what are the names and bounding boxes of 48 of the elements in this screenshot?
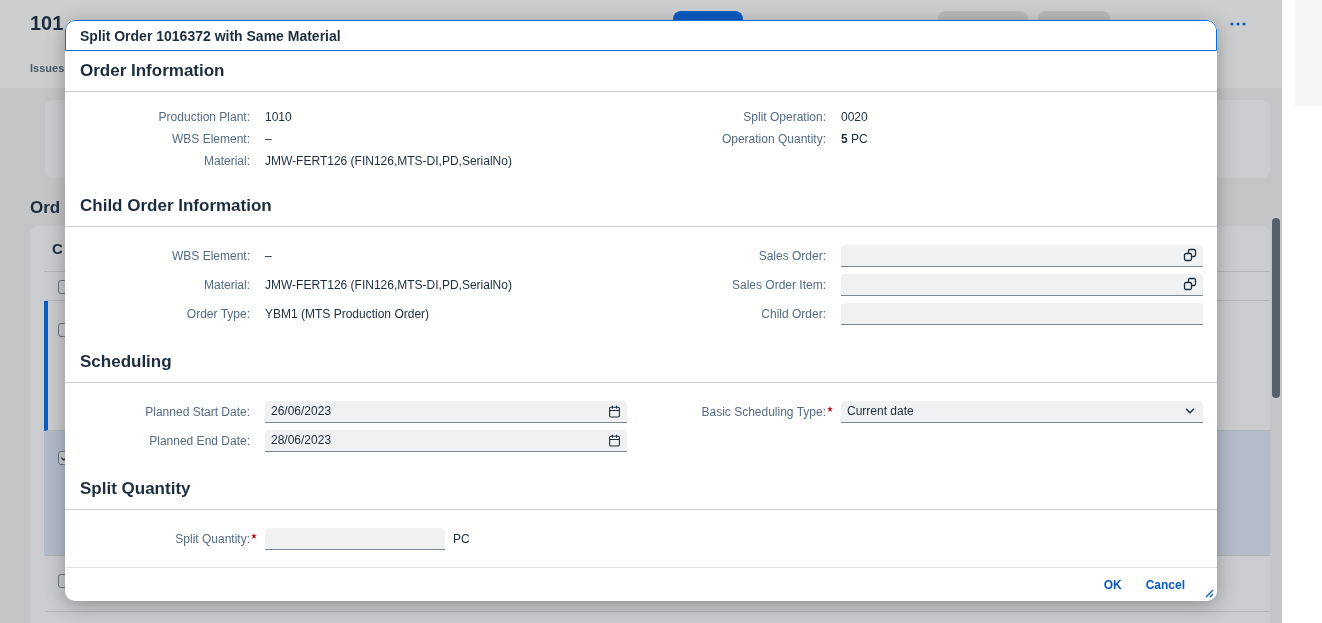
- scrollbar-thumb[interactable]: [1272, 218, 1280, 398]
- section-title: Child Order Information: [65, 186, 1217, 228]
- field-label: Split Quantity:: [175, 531, 250, 546]
- field-label: Sales Order:: [758, 248, 826, 263]
- calendar-icon[interactable]: [608, 404, 621, 418]
- value-help-icon[interactable]: [1183, 277, 1197, 292]
- field-label: WBS Element:: [171, 132, 250, 147]
- field-value: JMW-FERT126 (FIN126,MTS-DI,PD,SerialNo): [265, 154, 512, 169]
- field-label: Planned End Date:: [149, 433, 250, 448]
- field-value: –: [265, 132, 272, 147]
- section-title: Ord: [30, 198, 61, 218]
- field-value: YBM1 (MTS Production Order): [265, 306, 430, 321]
- unit-label: PC: [453, 531, 470, 546]
- field-label: WBS Element:: [171, 248, 250, 263]
- ok-button[interactable]: OK: [1095, 573, 1130, 596]
- field-value: 5 PC: [841, 132, 868, 147]
- section-title: Order Information: [65, 51, 1217, 93]
- input-field[interactable]: [841, 302, 1203, 325]
- more-icon[interactable]: [1230, 22, 1246, 26]
- date-field[interactable]: 26/06/2023: [265, 400, 627, 423]
- section-title: Split Quantity: [65, 469, 1217, 511]
- field-label: Basic Scheduling Type:: [701, 404, 826, 419]
- select-field[interactable]: Current date: [841, 400, 1203, 423]
- input-field[interactable]: [841, 244, 1203, 267]
- dialog-title: Split Order 1016372 with Same Material: [65, 20, 1217, 52]
- field-label: Material:: [204, 277, 250, 292]
- field-label: Operation Quantity:: [721, 132, 826, 147]
- field-value: JMW-FERT126 (FIN126,MTS-DI,PD,SerialNo): [265, 277, 512, 292]
- column-header: C: [52, 240, 63, 257]
- field-label: Order Type:: [186, 306, 250, 321]
- cancel-button[interactable]: Cancel: [1137, 573, 1193, 596]
- field-value: 0020: [841, 110, 868, 125]
- value-help-icon[interactable]: [1183, 248, 1197, 263]
- input-field[interactable]: [841, 273, 1203, 296]
- field-label: Sales Order Item:: [731, 277, 826, 292]
- field-label: Child Order:: [761, 306, 826, 321]
- section-title: Scheduling: [65, 342, 1217, 384]
- field-label: Production Plant:: [158, 110, 250, 125]
- field-label: Planned Start Date:: [145, 404, 250, 419]
- date-field[interactable]: 28/06/2023: [265, 429, 627, 452]
- field-label: Material:: [204, 154, 250, 169]
- resize-handle-icon[interactable]: [1204, 588, 1214, 598]
- field-label: Split Operation:: [743, 110, 826, 125]
- field-value: 1010: [265, 110, 292, 125]
- input-field[interactable]: [265, 527, 445, 550]
- field-value: –: [265, 248, 272, 263]
- page-title: 101: [30, 12, 64, 35]
- calendar-icon[interactable]: [608, 433, 621, 447]
